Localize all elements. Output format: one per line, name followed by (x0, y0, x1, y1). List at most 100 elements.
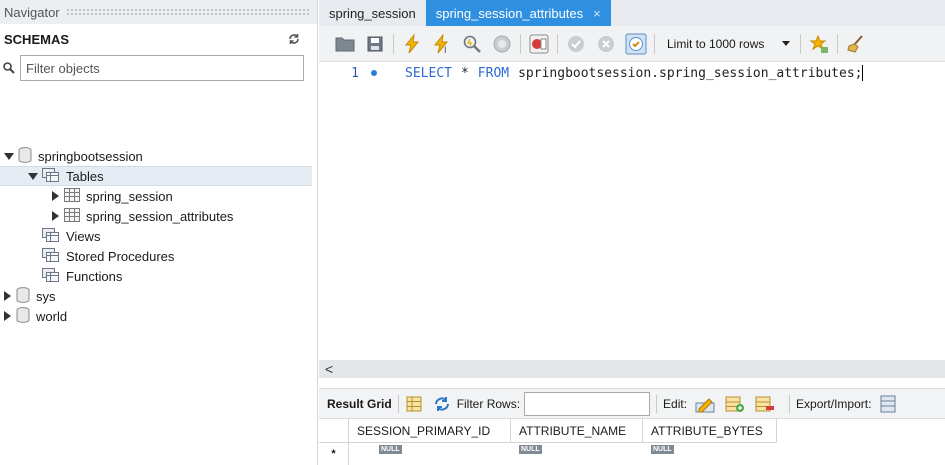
filter-rows-input[interactable] (524, 391, 651, 416)
views-folder-icon (42, 227, 60, 245)
editor-tabs: spring_session spring_session_attributes… (319, 0, 945, 26)
broom-icon[interactable] (844, 32, 868, 56)
panel-grip[interactable] (65, 8, 309, 16)
expand-arrow-icon[interactable] (4, 311, 11, 321)
schemas-bar: SCHEMAS (0, 24, 317, 54)
tab-spring-session[interactable]: spring_session (319, 0, 426, 26)
tree-label: spring_session (86, 188, 173, 204)
refresh-icon[interactable] (287, 32, 301, 46)
editor-toolbar: I Limit to 1000 rows (319, 26, 945, 62)
tree-label: Tables (66, 168, 104, 184)
tree-label: world (36, 308, 68, 324)
toolbar-separator (557, 33, 558, 54)
grid-cell[interactable]: NULL (511, 443, 643, 465)
filter-objects-input[interactable] (20, 55, 304, 81)
svg-text:I: I (444, 45, 447, 54)
tree-label: Stored Procedures (66, 248, 175, 264)
result-grid: SESSION_PRIMARY_ID ATTRIBUTE_NAME ATTRIB… (319, 418, 945, 465)
add-row-icon[interactable] (723, 392, 747, 416)
column-header[interactable]: ATTRIBUTE_NAME (511, 419, 643, 443)
text-cursor (862, 65, 864, 81)
delete-row-icon[interactable] (753, 392, 777, 416)
explain-icon[interactable] (460, 32, 484, 56)
line-number: 1 (351, 65, 359, 81)
result-toolbar: Result Grid Filter Rows: Edit: Export/Im… (319, 388, 945, 418)
search-icon (2, 61, 16, 75)
column-header[interactable]: ATTRIBUTE_BYTES (643, 419, 777, 443)
chevron-down-icon[interactable] (782, 41, 791, 46)
row-header-corner (319, 419, 349, 443)
schemas-label: SCHEMAS (4, 31, 70, 47)
beautify-star-icon[interactable] (807, 32, 831, 56)
expand-arrow-icon[interactable] (52, 191, 59, 201)
sql-keyword-select: SELECT (405, 65, 452, 81)
save-icon[interactable] (363, 32, 387, 56)
code-editor[interactable]: 1 SELECT * FROM springbootsession.spring… (319, 62, 945, 360)
toolbar-separator (520, 33, 521, 54)
export-icon[interactable] (877, 392, 901, 416)
execute-current-icon[interactable]: I (430, 32, 454, 56)
procedures-folder-icon (42, 247, 60, 265)
refresh-icon[interactable] (433, 392, 451, 416)
toolbar-separator (654, 33, 655, 54)
autocommit-icon[interactable] (624, 32, 648, 56)
navigator-panel: Navigator SCHEMAS springbootsession (0, 0, 318, 465)
tab-label: spring_session_attributes (435, 5, 584, 21)
horizontal-scrollbar[interactable]: < (319, 360, 945, 378)
form-view-icon[interactable] (405, 392, 423, 416)
tree-folder-tables[interactable]: Tables (0, 166, 312, 186)
tree-folder-stored-procedures[interactable]: Stored Procedures (0, 246, 318, 266)
rollback-icon[interactable] (594, 32, 618, 56)
limit-rows-select[interactable]: Limit to 1000 rows (667, 37, 764, 51)
scroll-left-icon[interactable]: < (325, 361, 333, 377)
toolbar-separator (800, 33, 802, 54)
table-icon (64, 207, 80, 225)
tab-label: spring_session (329, 5, 416, 21)
toolbar-separator (393, 33, 394, 54)
tree-folder-functions[interactable]: Functions (0, 266, 318, 286)
expand-arrow-icon[interactable] (4, 152, 14, 160)
workbench-window: Navigator SCHEMAS springbootsession (0, 0, 945, 465)
navigator-title: Navigator (4, 4, 60, 20)
expand-arrow-icon[interactable] (52, 211, 59, 221)
tree-table-spring-session[interactable]: spring_session (0, 186, 318, 206)
tab-spring-session-attributes[interactable]: spring_session_attributes × (425, 0, 611, 26)
tree-schema-sys[interactable]: sys (0, 286, 318, 306)
expand-arrow-icon[interactable] (4, 291, 11, 301)
export-import-label: Export/Import: (796, 396, 872, 411)
tree-folder-views[interactable]: Views (0, 226, 318, 246)
table-row[interactable]: * NULL NULL NULL (319, 443, 945, 465)
close-icon[interactable]: × (593, 6, 601, 21)
result-grid-label[interactable]: Result Grid (327, 397, 392, 411)
tree-schema-springbootsession[interactable]: springbootsession (0, 146, 318, 166)
grid-cell[interactable]: NULL (349, 443, 511, 465)
expand-arrow-icon[interactable] (28, 172, 38, 180)
grid-header-row: SESSION_PRIMARY_ID ATTRIBUTE_NAME ATTRIB… (319, 419, 945, 443)
open-folder-icon[interactable] (333, 32, 357, 56)
database-icon (16, 306, 30, 326)
table-icon (64, 187, 80, 205)
schema-tree: springbootsession Tables spring_session (0, 146, 318, 326)
stop-icon[interactable] (490, 32, 514, 56)
sql-object-name: springbootsession.spring_session_attribu… (518, 65, 863, 81)
column-header[interactable]: SESSION_PRIMARY_ID (349, 419, 511, 443)
code-line[interactable]: 1 SELECT * FROM springbootsession.spring… (319, 62, 945, 84)
edit-row-icon[interactable] (693, 392, 717, 416)
tree-schema-world[interactable]: world (0, 306, 318, 326)
null-badge: NULL (651, 445, 674, 454)
toolbar-separator (656, 394, 658, 413)
tree-label: Views (66, 228, 101, 244)
filter-rows-label: Filter Rows: (456, 396, 521, 411)
filter-row (0, 54, 317, 82)
sql-editor-panel: spring_session spring_session_attributes… (319, 0, 945, 465)
sql-keyword-from: FROM (477, 65, 510, 81)
grid-cell[interactable]: NULL (643, 443, 777, 465)
new-row-marker: * (319, 443, 349, 465)
tree-table-spring-session-attributes[interactable]: spring_session_attributes (0, 206, 318, 226)
null-badge: NULL (379, 445, 402, 454)
navigator-header: Navigator (0, 0, 317, 24)
toggle-error-icon[interactable] (527, 32, 551, 56)
execute-icon[interactable] (400, 32, 424, 56)
sql-star: * (460, 65, 469, 81)
commit-icon[interactable] (564, 32, 588, 56)
